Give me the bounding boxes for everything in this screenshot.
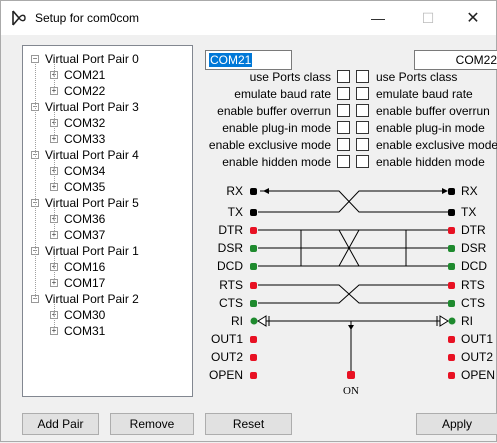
left-pin-dot <box>250 336 257 343</box>
left-pin-dot <box>250 317 258 325</box>
signal-wiring-diagram <box>250 188 456 379</box>
right-pin-dot <box>448 372 455 379</box>
right-pin-dot <box>448 317 456 325</box>
left-pin-dot <box>250 372 257 379</box>
left-pin-dot <box>250 263 257 270</box>
right-pin-dot <box>448 336 455 343</box>
remove-button[interactable]: Remove <box>110 413 194 435</box>
tx-rx-wire <box>258 190 443 213</box>
tx-rx-wire <box>260 190 448 213</box>
right-pin-dot <box>448 354 455 361</box>
setup-window: Setup for com0com — ☐ ✕ Virtual Port Pai… <box>0 0 497 442</box>
left-pin-dot <box>250 227 257 234</box>
right-pin-dot <box>448 209 455 216</box>
right-pin-dot <box>448 188 455 195</box>
on-pin-dot <box>347 371 355 379</box>
right-pin-dot <box>448 245 455 252</box>
ri-arrow-icon <box>439 315 449 327</box>
on-arrow-icon <box>348 325 354 330</box>
ri-arrow-icon <box>257 315 267 327</box>
left-pin-dot <box>250 300 257 307</box>
rts-cts-wire <box>258 284 448 304</box>
left-pin-dot <box>250 245 257 252</box>
left-pin-dot <box>250 354 257 361</box>
reset-button[interactable]: Reset <box>205 413 292 435</box>
right-pin-dot <box>448 282 455 289</box>
left-pin-dot <box>250 282 257 289</box>
on-label: ON <box>343 385 359 397</box>
rts-cts-wire <box>258 284 448 304</box>
right-pin-dot <box>448 227 455 234</box>
left-pin-dot <box>250 188 257 195</box>
add-pair-button[interactable]: Add Pair <box>22 413 99 435</box>
left-pin-dot <box>250 209 257 216</box>
right-pin-dot <box>448 263 455 270</box>
right-pin-dot <box>448 300 455 307</box>
apply-button[interactable]: Apply <box>416 413 497 435</box>
